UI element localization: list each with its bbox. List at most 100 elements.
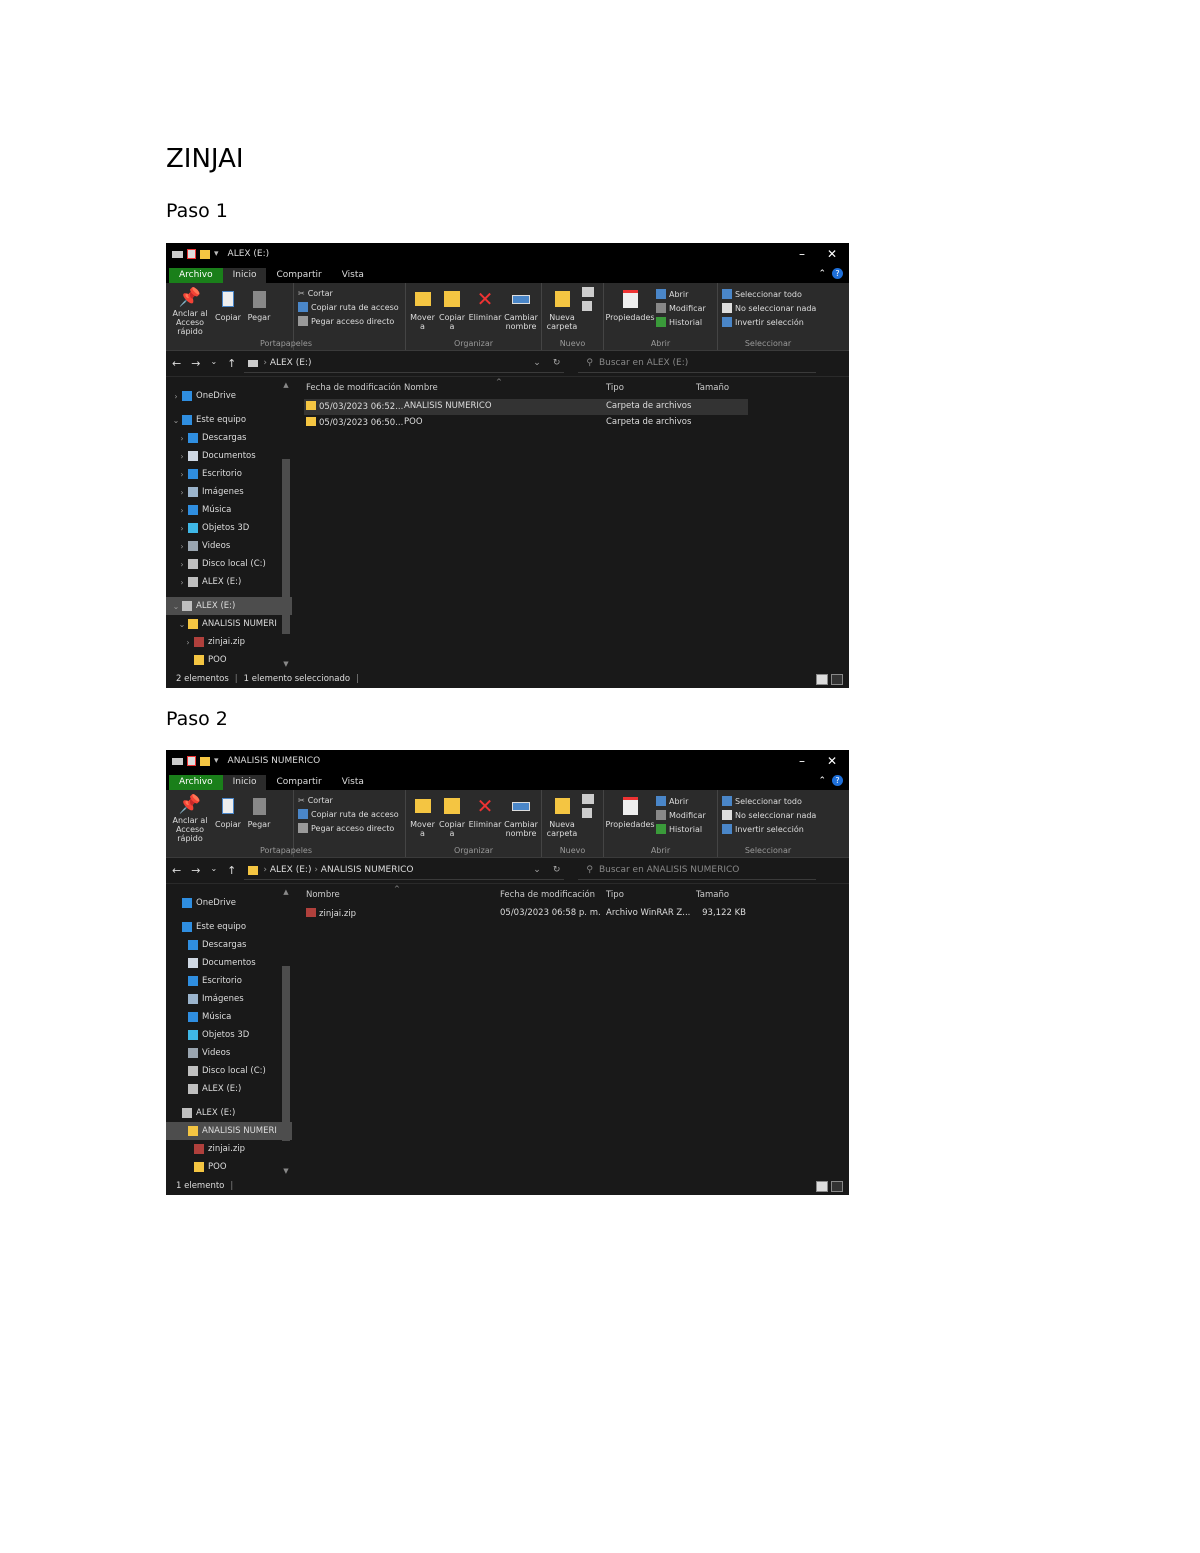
nav-item[interactable]: Documentos xyxy=(166,954,292,972)
nav-item[interactable]: Música xyxy=(166,1008,292,1026)
nav-item[interactable]: › Videos xyxy=(166,537,292,555)
history-button[interactable]: Historial xyxy=(656,317,706,327)
minimize-button[interactable]: – xyxy=(799,754,805,768)
scroll-thumb[interactable] xyxy=(282,966,290,1141)
nav-item[interactable]: ALEX (E:) xyxy=(166,1104,292,1122)
details-view-icon[interactable] xyxy=(816,673,828,685)
properties-icon[interactable] xyxy=(187,756,196,766)
forward-arrow-icon[interactable]: → xyxy=(191,864,200,877)
nav-item[interactable]: POO xyxy=(166,651,292,669)
scroll-thumb[interactable] xyxy=(282,459,290,634)
tab-share[interactable]: Compartir xyxy=(266,775,331,790)
new-folder-button[interactable]: Nueva carpeta xyxy=(546,794,578,843)
easy-access-icon[interactable] xyxy=(582,808,592,818)
history-button[interactable]: Historial xyxy=(656,824,706,834)
nav-item[interactable]: › Descargas xyxy=(166,429,292,447)
open-button[interactable]: Abrir xyxy=(656,289,706,299)
expand-chevron-icon[interactable]: › xyxy=(176,560,188,569)
column-header[interactable]: Nombre xyxy=(306,890,340,900)
scroll-up-icon[interactable]: ▲ xyxy=(280,888,292,896)
edit-button[interactable]: Modificar xyxy=(656,303,706,313)
copy-button[interactable]: Copiar xyxy=(214,794,242,843)
back-arrow-icon[interactable]: ← xyxy=(172,864,181,877)
column-header[interactable]: Tipo xyxy=(606,890,624,900)
new-folder-button[interactable]: Nueva carpeta xyxy=(546,287,578,336)
nav-item[interactable]: ALEX (E:) xyxy=(166,1080,292,1098)
select-none-button[interactable]: No seleccionar nada xyxy=(722,810,816,820)
invert-selection-button[interactable]: Invertir selección xyxy=(722,317,816,327)
recent-dropdown-icon[interactable]: ⌄ xyxy=(210,864,217,877)
delete-button[interactable]: ✕ Eliminar xyxy=(469,794,502,843)
customize-toolbar-icon[interactable]: ▾ xyxy=(214,756,219,766)
large-icons-view-icon[interactable] xyxy=(831,673,843,685)
move-to-button[interactable]: Mover a xyxy=(410,287,435,336)
open-button[interactable]: Abrir xyxy=(656,796,706,806)
refresh-icon[interactable]: ↻ xyxy=(553,865,561,875)
nav-item[interactable]: OneDrive xyxy=(166,894,292,912)
table-row[interactable]: zinjai.zip 05/03/2023 06:58 p. m. Archivo … xyxy=(304,906,748,922)
copy-path-button[interactable]: Copiar ruta de acceso xyxy=(298,809,399,819)
customize-toolbar-icon[interactable]: ▾ xyxy=(214,249,219,259)
folder-icon[interactable] xyxy=(200,249,210,259)
nav-item[interactable]: › Imágenes xyxy=(166,483,292,501)
nav-scrollbar[interactable]: ▲ ▼ xyxy=(280,379,292,670)
rename-button[interactable]: Cambiar nombre xyxy=(504,794,538,843)
nav-item[interactable]: ⌄ ANALISIS NUMERI xyxy=(166,615,292,633)
refresh-icon[interactable]: ↻ xyxy=(553,358,561,368)
column-header[interactable]: Tipo xyxy=(606,383,624,393)
easy-access-icon[interactable] xyxy=(582,301,592,311)
select-all-button[interactable]: Seleccionar todo xyxy=(722,289,816,299)
nav-item[interactable]: › Escritorio xyxy=(166,465,292,483)
paste-shortcut-button[interactable]: Pegar acceso directo xyxy=(298,316,399,326)
help-icon[interactable]: ? xyxy=(832,268,843,279)
nav-item[interactable]: ⌄ Este equipo xyxy=(166,411,292,429)
scroll-down-icon[interactable]: ▼ xyxy=(280,1167,292,1175)
nav-item[interactable]: › Documentos xyxy=(166,447,292,465)
expand-chevron-icon[interactable]: › xyxy=(176,578,188,587)
invert-selection-button[interactable]: Invertir selección xyxy=(722,824,816,834)
column-header[interactable]: Nombre xyxy=(404,383,438,393)
close-button[interactable]: ✕ xyxy=(827,247,837,261)
new-item-icon[interactable] xyxy=(582,794,594,804)
copy-to-button[interactable]: Copiar a xyxy=(439,794,465,843)
address-dropdown-icon[interactable]: ⌄ xyxy=(533,865,541,875)
column-header[interactable]: Tamaño xyxy=(696,383,729,393)
move-to-button[interactable]: Mover a xyxy=(410,794,435,843)
nav-item[interactable]: zinjai.zip xyxy=(166,1140,292,1158)
address-bar[interactable]: › ALEX (E:) ⌄ ↻ xyxy=(244,355,565,373)
edit-button[interactable]: Modificar xyxy=(656,810,706,820)
ribbon-collapse-icon[interactable]: ⌃ xyxy=(818,776,826,786)
expand-chevron-icon[interactable]: › xyxy=(176,488,188,497)
nav-item[interactable]: POO xyxy=(166,1158,292,1176)
nav-item[interactable]: › zinjai.zip xyxy=(166,633,292,651)
nav-scrollbar[interactable]: ▲ ▼ xyxy=(280,886,292,1177)
tab-view[interactable]: Vista xyxy=(332,775,374,790)
expand-chevron-icon[interactable]: ⌄ xyxy=(176,620,188,629)
nav-item[interactable]: › ALEX (E:) xyxy=(166,573,292,591)
copy-button[interactable]: Copiar xyxy=(214,287,242,336)
table-row[interactable]: 05/03/2023 06:50... POO Carpeta de archivo… xyxy=(304,415,748,431)
recent-dropdown-icon[interactable]: ⌄ xyxy=(210,357,217,370)
search-input[interactable]: ⚲ Buscar en ANALISIS NUMERICO xyxy=(578,862,817,880)
expand-chevron-icon[interactable]: › xyxy=(176,452,188,461)
nav-item[interactable]: Imágenes xyxy=(166,990,292,1008)
ribbon-collapse-icon[interactable]: ⌃ xyxy=(818,269,826,279)
nav-item[interactable]: › Música xyxy=(166,501,292,519)
expand-chevron-icon[interactable]: › xyxy=(182,638,194,647)
search-input[interactable]: ⚲ Buscar en ALEX (E:) xyxy=(578,355,817,373)
properties-button[interactable]: Propiedades xyxy=(605,287,655,336)
scroll-up-icon[interactable]: ▲ xyxy=(280,381,292,389)
column-header[interactable]: Fecha de modificación xyxy=(306,383,401,393)
breadcrumb-item[interactable]: ALEX (E:) xyxy=(270,865,312,875)
nav-item[interactable]: Descargas xyxy=(166,936,292,954)
expand-chevron-icon[interactable]: › xyxy=(176,524,188,533)
nav-item[interactable]: Escritorio xyxy=(166,972,292,990)
expand-chevron-icon[interactable]: › xyxy=(170,392,182,401)
nav-item[interactable]: › OneDrive xyxy=(166,387,292,405)
close-button[interactable]: ✕ xyxy=(827,754,837,768)
column-header[interactable]: Fecha de modificación xyxy=(500,890,595,900)
nav-item[interactable]: Objetos 3D xyxy=(166,1026,292,1044)
pin-quick-access-button[interactable]: 📌 Anclar al Acceso rápido xyxy=(170,794,210,843)
nav-item[interactable]: › Objetos 3D xyxy=(166,519,292,537)
address-dropdown-icon[interactable]: ⌄ xyxy=(533,358,541,368)
